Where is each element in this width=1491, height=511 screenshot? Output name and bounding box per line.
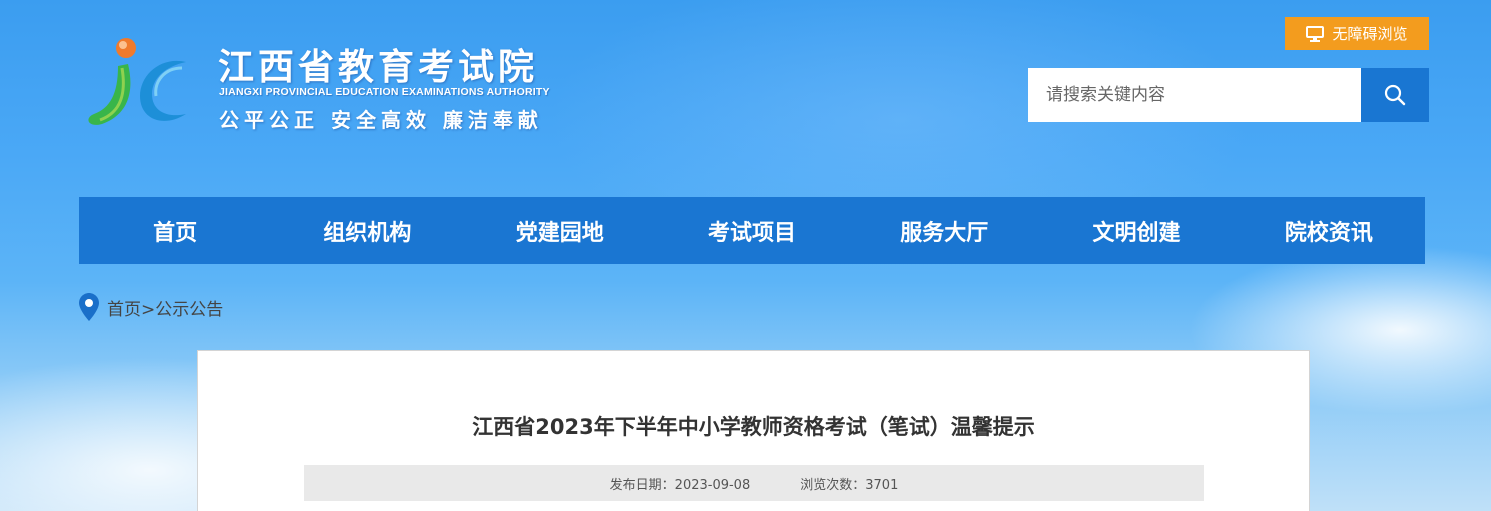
logo-slogan: 公平公正 安全高效 廉洁奉献	[219, 108, 543, 132]
nav-item-civilization[interactable]: 文明创建	[1040, 197, 1232, 264]
search-icon	[1384, 84, 1406, 106]
logo-emblem-icon	[88, 38, 186, 125]
search-bar	[1028, 68, 1429, 122]
publish-date-value: 2023-09-08	[674, 477, 751, 493]
article-title: 江西省2023年下半年中小学教师资格考试（笔试）温馨提示	[472, 415, 1035, 439]
logo-title: 江西省教育考试院	[218, 47, 539, 88]
location-pin-icon	[79, 293, 99, 321]
accessibility-button[interactable]: 无障碍浏览	[1285, 17, 1429, 50]
breadcrumb-separator: >	[141, 299, 156, 320]
nav-item-exams[interactable]: 考试项目	[656, 197, 848, 264]
nav-item-home[interactable]: 首页	[79, 197, 271, 264]
view-count-value: 3701	[865, 477, 899, 493]
search-button[interactable]	[1361, 68, 1429, 122]
accessibility-label: 无障碍浏览	[1332, 25, 1408, 43]
logo-subtitle-en: JIANGXI PROVINCIAL EDUCATION EXAMINATION…	[219, 86, 550, 98]
breadcrumb-current[interactable]: 公示公告	[155, 300, 223, 320]
nav-item-organization[interactable]: 组织机构	[271, 197, 463, 264]
site-logo[interactable]: 江西省教育考试院 JIANGXI PROVINCIAL EDUCATION EX…	[82, 34, 582, 134]
article-meta: 发布日期：2023-09-08 浏览次数：3701	[304, 465, 1204, 501]
breadcrumb: 首页>公示公告	[79, 292, 223, 322]
publish-date: 发布日期：2023-09-08	[609, 477, 751, 493]
nav-item-party-building[interactable]: 党建园地	[464, 197, 656, 264]
nav-item-service-hall[interactable]: 服务大厅	[848, 197, 1040, 264]
monitor-icon	[1306, 25, 1325, 42]
search-input[interactable]	[1028, 68, 1361, 122]
main-nav: 首页 组织机构 党建园地 考试项目 服务大厅 文明创建 院校资讯	[79, 197, 1425, 264]
article-card: 江西省2023年下半年中小学教师资格考试（笔试）温馨提示 发布日期：2023-0…	[197, 350, 1310, 511]
breadcrumb-home[interactable]: 首页	[107, 300, 141, 320]
view-count: 浏览次数：3701	[800, 477, 899, 493]
nav-item-school-news[interactable]: 院校资讯	[1233, 197, 1425, 264]
